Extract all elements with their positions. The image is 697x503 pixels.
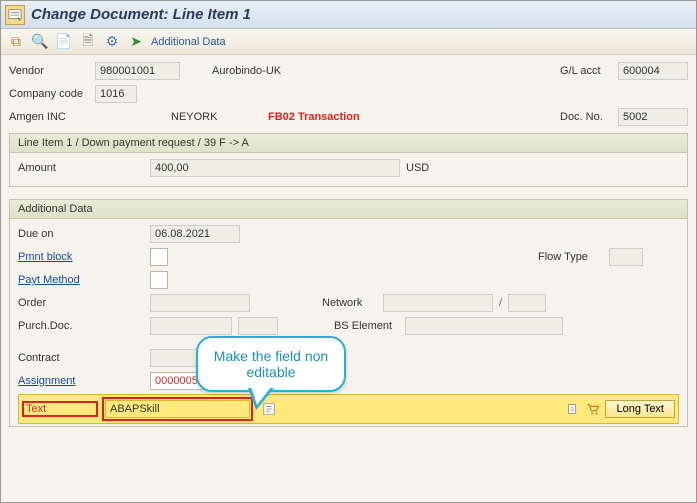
contract-label: Contract	[18, 352, 98, 364]
additional-data-link[interactable]: Additional Data	[151, 36, 226, 48]
amount-label: Amount	[18, 162, 98, 174]
gl-acct-label: G/L acct	[560, 65, 612, 77]
company-code-field	[95, 85, 137, 103]
text-cursor-icon[interactable]	[565, 401, 581, 417]
payt-method-field[interactable]	[150, 271, 168, 289]
text-row: Text Long Text	[18, 394, 679, 424]
doc-no-label: Doc. No.	[560, 111, 612, 123]
flow-type-label: Flow Type	[538, 251, 603, 263]
purch-doc-label: Purch.Doc.	[18, 320, 98, 332]
company-name: Amgen INC	[9, 111, 89, 123]
network-label: Network	[322, 297, 377, 309]
currency-text: USD	[406, 162, 429, 174]
more-icon[interactable]: ➤	[127, 33, 145, 51]
gl-acct-field	[618, 62, 688, 80]
services-icon[interactable]: ⚙	[103, 33, 121, 51]
doc-no-field	[618, 108, 688, 126]
overview-icon[interactable]: 📄	[55, 33, 73, 51]
long-text-label: Long Text	[616, 403, 664, 415]
text-label-box: Text	[22, 401, 98, 417]
assignment-label[interactable]: Assignment	[18, 375, 98, 387]
vendor-field	[95, 62, 180, 80]
vendor-label: Vendor	[9, 65, 89, 77]
transaction-note: FB02 Transaction	[268, 111, 360, 123]
text-label: Text	[26, 403, 94, 415]
due-on-field	[150, 225, 240, 243]
additional-data-header: Additional Data	[9, 199, 688, 219]
toolbar: ⧉ 🔍 📄 🗎 ⚙ ➤ Additional Data	[1, 29, 696, 55]
line-item-header: Line Item 1 / Down payment request / 39 …	[9, 133, 688, 153]
long-text-button[interactable]: Long Text	[605, 400, 675, 418]
purch-doc-item-field	[238, 317, 278, 335]
callout-text: Make the field non editable	[214, 348, 328, 380]
city-text: NEYORK	[171, 111, 241, 123]
wbs-label: BS Element	[334, 320, 399, 332]
purch-doc-field	[150, 317, 232, 335]
due-on-label: Due on	[18, 228, 98, 240]
text-field[interactable]	[105, 400, 250, 418]
sap-context-icon[interactable]	[5, 5, 25, 25]
callout-annotation: Make the field non editable	[196, 336, 346, 392]
amount-field	[150, 159, 400, 177]
company-code-label: Company code	[9, 88, 89, 100]
copy-icon[interactable]: ⧉	[7, 33, 25, 51]
pmnt-block-label[interactable]: Pmnt block	[18, 251, 98, 263]
page-title: Change Document: Line Item 1	[31, 6, 251, 23]
display-icon[interactable]: 🔍	[31, 33, 49, 51]
network-sub-field	[508, 294, 546, 312]
payt-method-label[interactable]: Payt Method	[18, 274, 98, 286]
pmnt-block-field[interactable]	[150, 248, 168, 266]
flow-type-field	[609, 248, 643, 266]
network-field	[383, 294, 493, 312]
cart-icon[interactable]	[585, 401, 601, 417]
document-icon[interactable]: 🗎	[79, 33, 97, 51]
wbs-field	[405, 317, 563, 335]
order-label: Order	[18, 297, 98, 309]
vendor-name: Aurobindo-UK	[212, 65, 332, 77]
text-value-box	[102, 397, 253, 421]
order-field	[150, 294, 250, 312]
